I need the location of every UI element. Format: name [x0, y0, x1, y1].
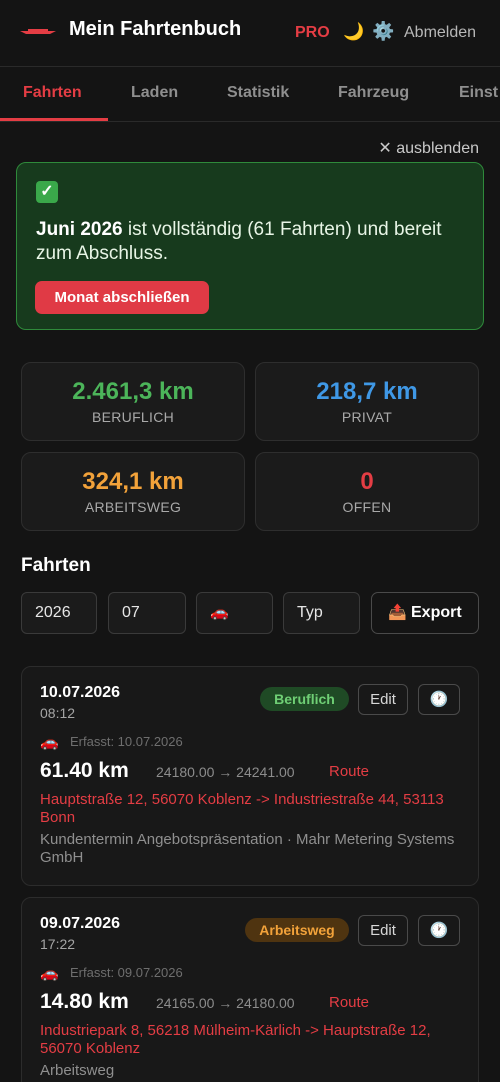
pro-badge: PRO [295, 24, 330, 41]
car-icon: 🚗 [40, 965, 59, 982]
year-filter[interactable]: 2026 [21, 592, 97, 634]
tab-einstellungen[interactable]: Einst [459, 84, 498, 102]
banner-month: Juni 2026 [36, 219, 123, 240]
stat-card-open: 0 OFFEN [255, 452, 479, 531]
clock-icon: 🕐 [429, 922, 449, 939]
stat-value: 218,7 km [316, 378, 418, 405]
clock-icon: 🕐 [429, 691, 449, 708]
recorded-date: Erfasst: 09.07.2026 [70, 965, 183, 980]
trip-purpose: Kundentermin Angebotspräsentation · Mahr… [40, 831, 455, 866]
edit-button[interactable]: Edit [358, 915, 408, 946]
stat-card-private: 218,7 km PRIVAT [255, 362, 479, 441]
stat-value: 324,1 km [82, 468, 184, 495]
trip-card[interactable]: 10.07.2026 08:12 Beruflich Edit 🕐 🚗 Erfa… [21, 666, 479, 886]
trip-distance: 61.40 km [40, 759, 129, 782]
logout-link[interactable]: Abmelden [404, 24, 476, 42]
car-icon: 🚗 [40, 734, 59, 751]
main-tabs: Fahrten Laden Statistik Fahrzeug Einst [0, 66, 500, 122]
stat-value: 0 [360, 468, 374, 495]
trip-purpose: Arbeitsweg [40, 1062, 115, 1079]
hide-banner-link[interactable]: ✕ ausblenden [378, 138, 479, 158]
recorded-date: Erfasst: 10.07.2026 [70, 734, 183, 749]
stat-value: 2.461,3 km [72, 378, 194, 405]
trip-date: 10.07.2026 [40, 684, 121, 701]
route-link[interactable]: Route [329, 994, 369, 1011]
tab-fahrten[interactable]: Fahrten [23, 84, 82, 102]
trip-route: Hauptstraße 12, 56070 Koblenz -> Industr… [40, 791, 444, 826]
trip-type-badge: Arbeitsweg [245, 918, 349, 942]
tab-statistik[interactable]: Statistik [227, 84, 289, 102]
trip-card[interactable]: 09.07.2026 17:22 Arbeitsweg Edit 🕐 🚗 Erf… [21, 897, 479, 1082]
stat-card-business: 2.461,3 km BERUFLICH [21, 362, 245, 441]
banner-message: Juni 2026 ist vollständig (61 Fahrten) u… [36, 218, 456, 266]
trip-route: Industriepark 8, 56218 Mülheim-Kärlich -… [40, 1022, 431, 1057]
stat-label: OFFEN [342, 499, 392, 515]
history-button[interactable]: 🕐 [418, 915, 460, 946]
month-complete-banner: ✓ Juni 2026 ist vollständig (61 Fahrten)… [16, 162, 484, 330]
export-icon: 📤 [388, 604, 407, 621]
moon-icon[interactable]: 🌙 [343, 22, 364, 42]
active-tab-indicator [0, 118, 108, 121]
month-filter[interactable]: 07 [108, 592, 186, 634]
export-button[interactable]: 📤 Export [371, 592, 479, 634]
gear-icon[interactable]: ⚙️ [372, 21, 394, 42]
app-header: Mein Fahrtenbuch PRO 🌙 ⚙️ Abmelden [0, 0, 500, 66]
tab-fahrzeug[interactable]: Fahrzeug [338, 84, 409, 102]
edit-button[interactable]: Edit [358, 684, 408, 715]
check-icon: ✓ [36, 181, 58, 203]
trip-type-badge: Beruflich [260, 687, 349, 711]
stat-label: BERUFLICH [91, 409, 175, 425]
odometer-range: 24165.00 → 24180.00 [156, 995, 295, 1011]
type-filter[interactable]: Typ [283, 592, 360, 634]
odometer-range: 24180.00 → 24241.00 [156, 764, 295, 780]
trips-section-title: Fahrten [21, 555, 91, 576]
app-title: Mein Fahrtenbuch [69, 18, 242, 40]
trip-time: 08:12 [40, 705, 76, 721]
tab-laden[interactable]: Laden [131, 84, 178, 102]
export-label: Export [411, 604, 462, 621]
stat-label: ARBEITSWEG [84, 499, 182, 515]
stat-card-commute: 324,1 km ARBEITSWEG [21, 452, 245, 531]
stat-label: PRIVAT [341, 409, 393, 425]
trip-date: 09.07.2026 [40, 915, 121, 932]
logo-icon [20, 29, 56, 34]
trip-time: 17:22 [40, 936, 76, 952]
history-button[interactable]: 🕐 [418, 684, 460, 715]
trip-distance: 14.80 km [40, 990, 129, 1013]
car-icon: 🚗 [210, 604, 229, 621]
close-month-button[interactable]: Monat abschließen [35, 281, 209, 314]
route-link[interactable]: Route [329, 763, 369, 780]
vehicle-filter[interactable]: 🚗 [196, 592, 273, 634]
